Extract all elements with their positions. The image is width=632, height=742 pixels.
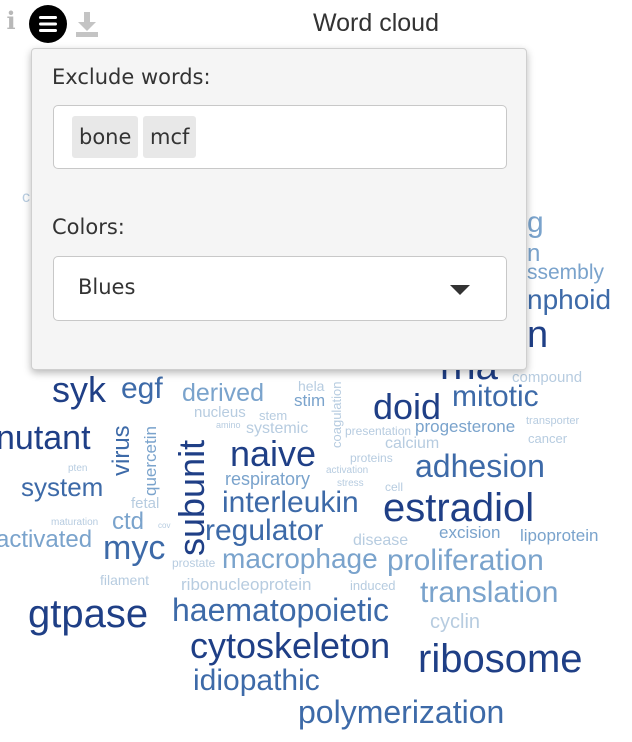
cloud-word: cyclin [430, 611, 481, 633]
cloud-word: adhesion [415, 448, 545, 484]
cloud-word: quercetin [141, 426, 160, 496]
colors-label: Colors: [52, 215, 125, 239]
cloud-word: syk [52, 369, 106, 410]
cloud-word: lipoprotein [520, 526, 599, 545]
colors-select[interactable]: Blues [53, 256, 507, 321]
cloud-word: proteins [350, 451, 393, 465]
top-toolbar: i Word cloud [0, 0, 632, 46]
exclude-words-label: Exclude words: [52, 65, 211, 89]
cloud-word: pten [68, 463, 88, 474]
cloud-word: virus [108, 425, 135, 476]
cloud-word: mitotic [452, 380, 539, 413]
cloud-word: prostate [172, 556, 216, 570]
cloud-word: haematopoietic [172, 592, 390, 628]
cloud-word: activated [0, 526, 93, 553]
cloud-word: ribosome [418, 637, 583, 681]
tag-chip[interactable]: bone [72, 116, 139, 158]
cloud-word: g [527, 206, 544, 239]
cloud-word: egf [121, 372, 163, 405]
tag-chip[interactable]: mcf [143, 116, 197, 158]
cloud-word: activation [326, 465, 369, 476]
cloud-word: stress [337, 478, 364, 489]
cloud-word: progesterone [415, 417, 516, 436]
options-panel: Exclude words: bone mcf Colors: Blues [31, 48, 527, 370]
menu-button[interactable] [29, 5, 67, 43]
cloud-word: nphoid [527, 284, 612, 315]
cloud-word: filament [100, 572, 150, 588]
cloud-word: cancer [528, 431, 568, 446]
exclude-words-input[interactable]: bone mcf [53, 105, 507, 169]
cloud-word: coagulation [329, 381, 344, 449]
cloud-word: gtpase [28, 592, 149, 636]
chevron-down-icon [450, 285, 470, 295]
cloud-word: derived [182, 379, 264, 407]
hamburger-icon [39, 16, 57, 32]
cloud-word: system [21, 472, 104, 502]
cloud-word: ribonucleoprotein [181, 575, 312, 594]
cloud-word: excision [439, 523, 501, 542]
cloud-word: compound [512, 369, 583, 386]
cloud-word: nucleus [194, 404, 246, 421]
cloud-word: estradiol [383, 486, 535, 530]
cloud-word: transporter [526, 415, 580, 427]
cloud-word: stim [294, 391, 326, 410]
cloud-word: idiopathic [193, 664, 320, 697]
cloud-word: proliferation [387, 544, 544, 577]
cloud-word: regulator [205, 514, 324, 547]
cloud-word: translation [420, 576, 559, 609]
cloud-word: macrophage [222, 543, 378, 574]
cloud-word: induced [350, 578, 396, 593]
cloud-word: myc [103, 529, 166, 567]
cloud-word: maturation [51, 517, 99, 528]
colors-selected-value: Blues [78, 275, 136, 299]
cloud-word: nutant [0, 419, 91, 457]
cloud-word: n [527, 314, 549, 356]
page-title: Word cloud [313, 9, 439, 37]
cloud-word: c [22, 189, 30, 206]
download-icon[interactable] [74, 10, 100, 38]
cloud-word: amino [216, 420, 241, 430]
cloud-word: polymerization [298, 694, 505, 730]
cloud-word: naive [230, 433, 317, 474]
info-icon[interactable]: i [4, 6, 18, 36]
cloud-word: cytoskeleton [190, 625, 391, 666]
cloud-word: ssembly [527, 261, 605, 284]
